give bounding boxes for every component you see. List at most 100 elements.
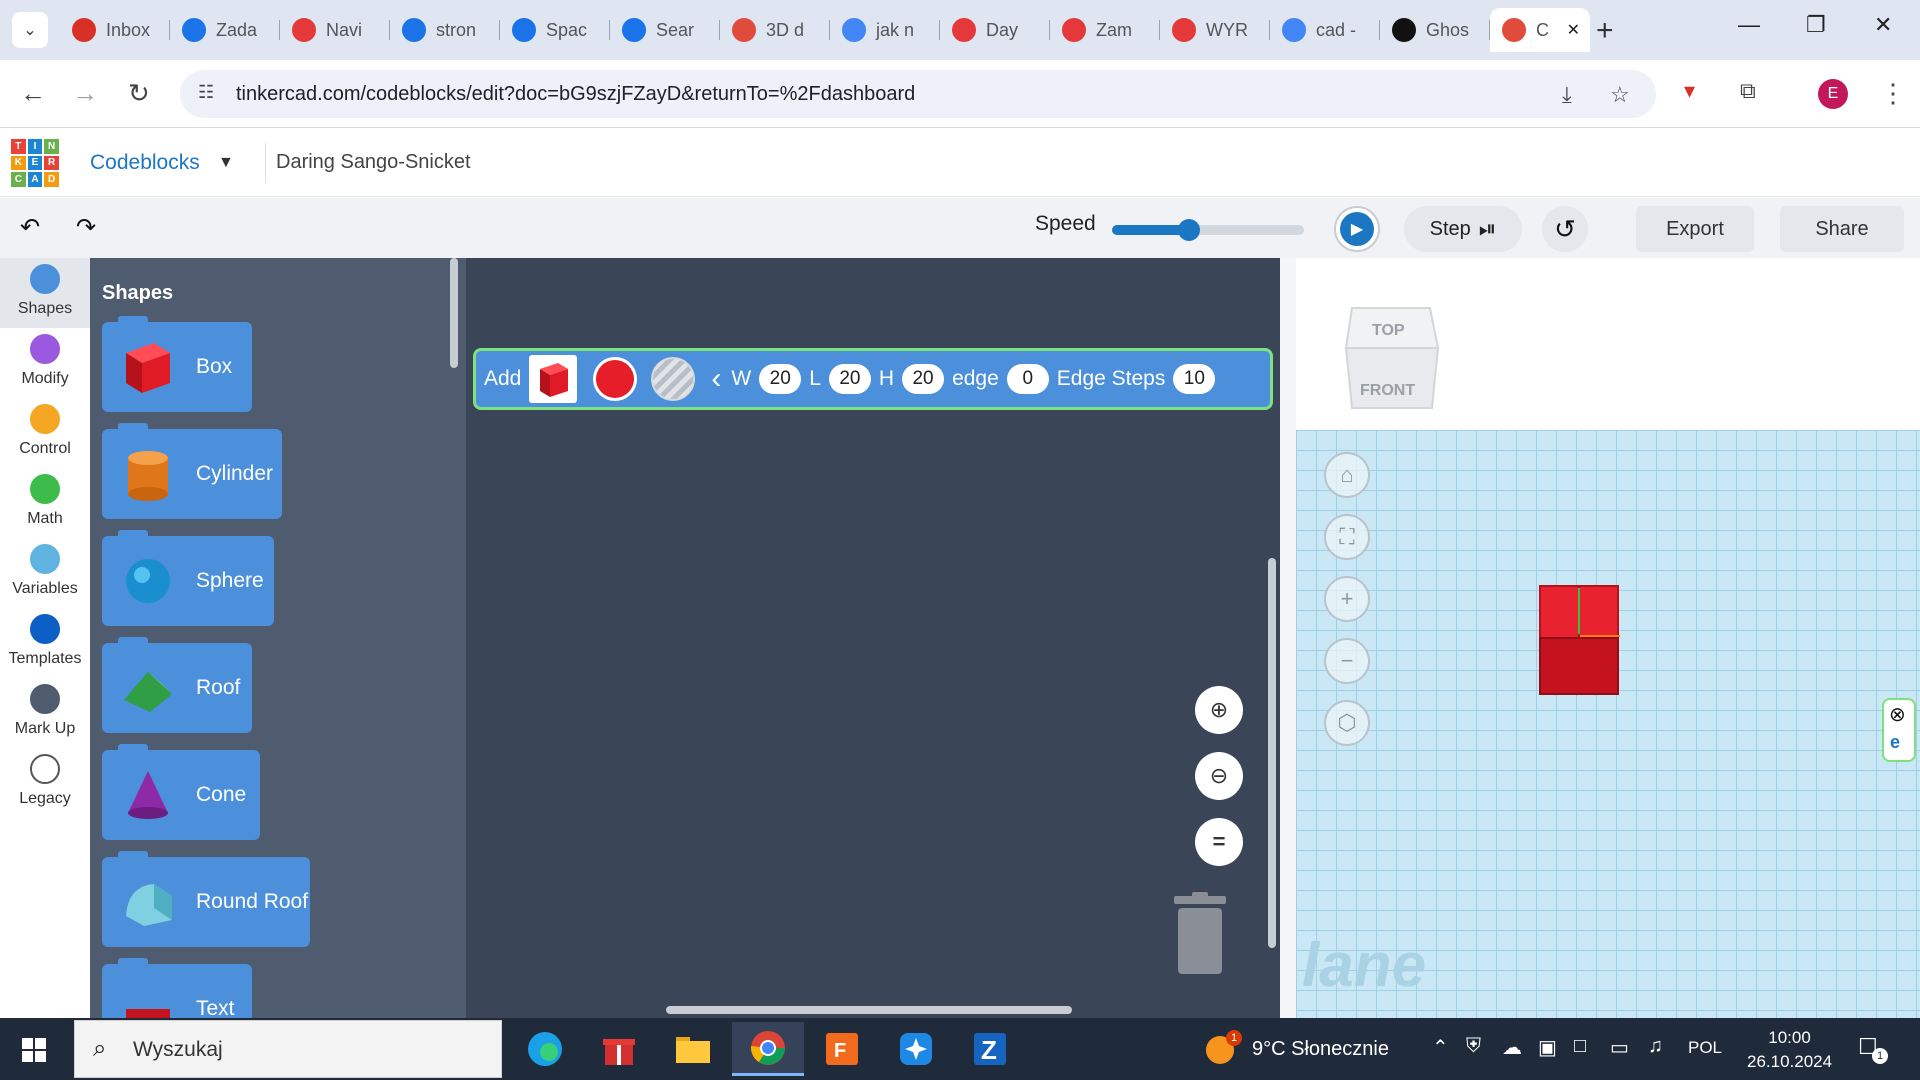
browser-tab[interactable]: C ✕ [1490,8,1590,52]
taskbar-app-file-explorer[interactable] [657,1022,729,1076]
browser-tab[interactable]: Sear [610,8,720,52]
reload-icon[interactable]: ↻ [128,78,150,109]
undo-icon[interactable]: ↶ [20,213,40,242]
reset-button[interactable]: ↺ [1542,206,1588,252]
tinkercad-logo[interactable]: TIN KER CAD [11,139,59,187]
palette-block-cone[interactable]: Cone [102,744,260,840]
zoom-out-view-button[interactable]: − [1324,638,1370,684]
redo-icon[interactable]: ↷ [76,213,96,242]
browser-tab[interactable]: stron [390,8,500,52]
perspective-button[interactable]: ⬡ [1324,700,1370,746]
browser-tab[interactable]: Day [940,8,1050,52]
l-input[interactable]: 20 [828,364,871,394]
box-shape-thumbnail[interactable] [529,355,578,403]
edge-steps-input[interactable]: 10 [1173,364,1216,394]
taskbar-app-gift[interactable] [583,1022,655,1076]
browser-menu-icon[interactable]: ⋮ [1880,78,1906,109]
forward-icon[interactable]: → [72,78,98,109]
system-clock[interactable]: 10:00 26.10.2024 [1747,1026,1832,1074]
color-picker[interactable] [593,357,638,401]
taskbar-app-edge[interactable] [509,1022,581,1076]
fit-view-button[interactable]: ⛶ [1324,514,1370,560]
taskbar-app-fusion[interactable]: F [806,1022,878,1076]
site-info-icon[interactable]: ☷ [198,82,214,103]
palette-block-round-roof[interactable]: Round Roof [102,851,310,947]
speed-slider-thumb[interactable] [1177,219,1200,241]
back-icon[interactable]: ← [20,78,46,109]
caret-down-icon[interactable]: ▼ [218,154,234,172]
browser-tab[interactable]: Ghos [1380,8,1490,52]
taskbar-app-blue-star[interactable] [880,1022,952,1076]
palette-block-cylinder[interactable]: Cylinder [102,423,282,519]
category-variables[interactable]: Variables [0,538,90,608]
minimize-icon[interactable]: — [1738,12,1760,38]
w-input[interactable]: 20 [759,364,802,394]
close-tab-icon[interactable]: ✕ [1567,20,1580,40]
extensions-puzzle-icon[interactable]: ⧉ [1740,78,1756,104]
palette-block-box[interactable]: Box [102,316,252,412]
category-modify[interactable]: Modify [0,328,90,398]
view-cube-front[interactable]: FRONT [1360,382,1415,400]
zoom-out-button[interactable]: ⊖ [1195,752,1243,800]
edge-input[interactable]: 0 [1006,364,1049,394]
tab-search-button[interactable]: ⌄ [12,12,48,48]
category-control[interactable]: Control [0,398,90,468]
omnibox[interactable]: ☷ tinkercad.com/codeblocks/edit?doc=bG9s… [180,70,1656,118]
step-button[interactable]: Step ⏯ [1404,206,1522,252]
edge-tool-icon[interactable]: e [1890,732,1900,753]
browser-tab[interactable]: WYR [1160,8,1270,52]
close-window-icon[interactable]: ✕ [1874,12,1892,38]
browser-tab[interactable]: Zam [1050,8,1160,52]
browser-tab[interactable]: Spac [500,8,610,52]
view-cube-top[interactable]: TOP [1372,322,1405,340]
panel-resize-handle[interactable] [1280,258,1296,1018]
new-tab-button[interactable]: + [1596,14,1614,48]
h-input[interactable]: 20 [902,364,945,394]
camera-icon[interactable]: ▣ [1538,1035,1557,1060]
battery-icon[interactable]: ▭ [1610,1035,1629,1060]
category-templates[interactable]: Templates [0,608,90,678]
3d-viewport[interactable]: lane TOP FRONT ⌂ ⛶ + − ⬡ ⊗ e [1280,258,1920,1018]
workspace-vertical-scrollbar[interactable] [1268,558,1276,948]
show-hidden-icons-icon[interactable]: ⌃ [1432,1035,1449,1060]
category-legacy[interactable]: Legacy [0,748,90,818]
taskbar-search[interactable]: ⌕ Wyszukaj [74,1020,502,1078]
browser-tab[interactable]: jak n [830,8,940,52]
code-workspace[interactable]: Add ‹ W 20 L 20 H 20 edge 0 Edge Steps 1… [466,258,1280,1018]
zoom-in-button[interactable]: ⊕ [1195,686,1243,734]
speed-slider[interactable] [1112,219,1304,241]
palette-block-sphere[interactable]: Sphere [102,530,274,626]
browser-tab[interactable]: Navi [280,8,390,52]
browser-tab[interactable]: Inbox [60,8,170,52]
category-math[interactable]: Math [0,468,90,538]
url-text[interactable]: tinkercad.com/codeblocks/edit?doc=bG9szj… [236,83,915,106]
zoom-in-view-button[interactable]: + [1324,576,1370,622]
add-box-block[interactable]: Add ‹ W 20 L 20 H 20 edge 0 Edge Steps 1… [473,348,1273,410]
collapse-chevron-icon[interactable]: ‹ [711,362,721,396]
close-panel-icon[interactable]: ⊗ [1889,702,1906,727]
bookmark-star-icon[interactable]: ☆ [1610,82,1630,108]
browser-tab[interactable]: Zada [170,8,280,52]
notifications-button[interactable]: ☐ 1 [1858,1034,1890,1064]
security-shield-icon[interactable]: ⛨ [1466,1035,1481,1058]
category-shapes[interactable]: Shapes [0,258,90,328]
browser-tab[interactable]: cad - [1270,8,1380,52]
codeblocks-menu[interactable]: Codeblocks [90,151,200,175]
browser-tab[interactable]: 3D d [720,8,830,52]
export-button[interactable]: Export [1636,206,1754,252]
red-box-model[interactable] [1538,584,1620,696]
hole-toggle[interactable] [651,357,696,401]
play-button[interactable]: ▶ [1334,206,1380,252]
wifi-icon[interactable]: □ [1574,1035,1586,1058]
weather-widget[interactable]: 1 9°C Słonecznie [1204,1030,1414,1070]
profile-avatar[interactable]: E [1818,79,1848,109]
extension-pocket-icon[interactable]: ▾ [1684,78,1695,104]
palette-block-roof[interactable]: Roof [102,637,252,733]
category-mark-up[interactable]: Mark Up [0,678,90,748]
windows-start-icon[interactable] [22,1038,46,1062]
volume-icon[interactable]: ♫ [1648,1035,1663,1058]
reset-zoom-button[interactable]: = [1195,818,1243,866]
workspace-horizontal-scrollbar[interactable] [666,1006,1072,1014]
view-cube[interactable]: TOP FRONT [1342,296,1442,414]
document-title[interactable]: Daring Sango-Snicket [276,151,471,174]
